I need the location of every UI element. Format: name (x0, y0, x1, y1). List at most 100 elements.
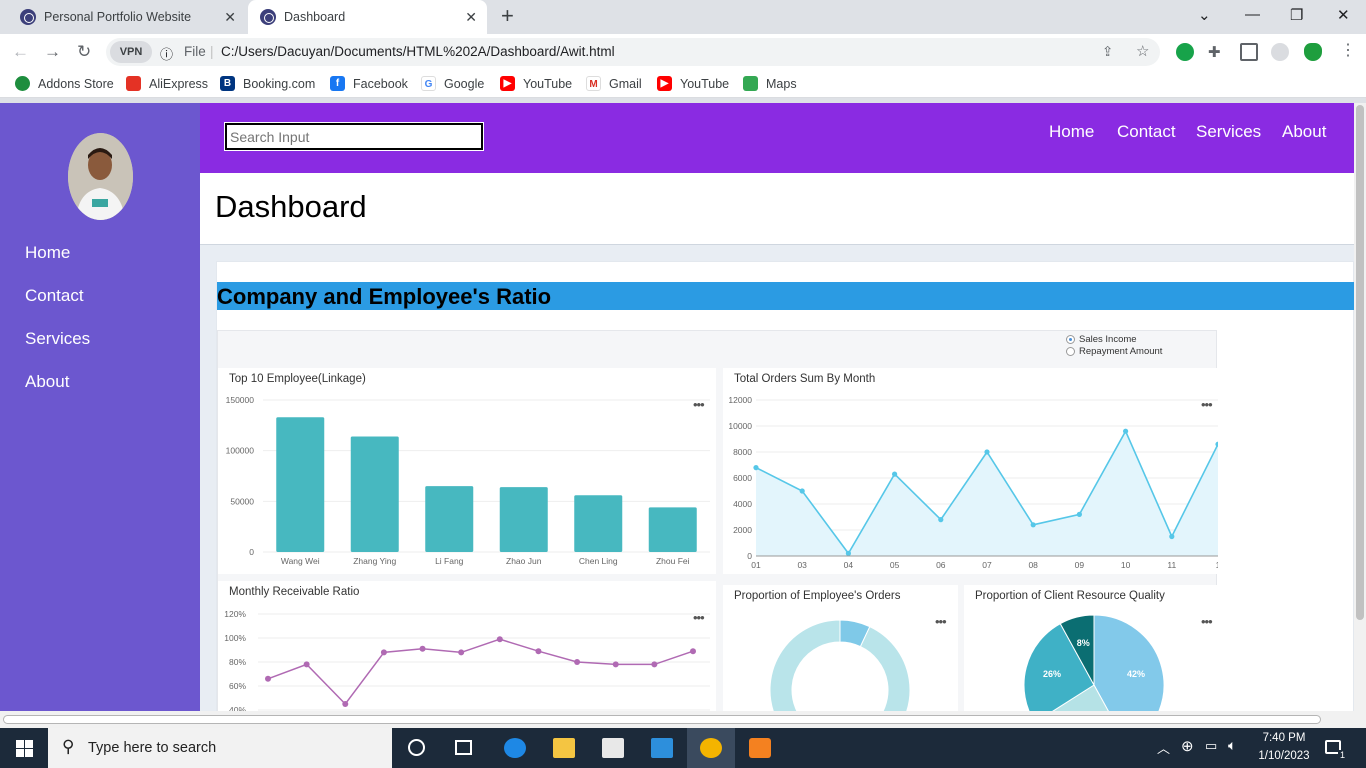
search-input[interactable] (224, 122, 484, 151)
data-point (380, 649, 387, 656)
data-point (938, 517, 944, 523)
aliexpress-icon (126, 76, 141, 91)
x-tick-label: 08 (1028, 560, 1038, 570)
bookmark-star-icon[interactable]: ☆ (1136, 42, 1149, 60)
shield-extension-icon[interactable] (1304, 43, 1322, 61)
bookmark-youtube[interactable]: ▶ YouTube (500, 76, 572, 91)
panel-receivable-ratio: Monthly Receivable Ratio ••• 120% 100% 80%… (218, 581, 716, 711)
x-tick-label: Chen Ling (579, 556, 618, 566)
bookmark-aliexpress[interactable]: AliExpress (126, 76, 208, 91)
share-icon[interactable]: ⇪ (1102, 44, 1113, 60)
clock-time[interactable]: 7:40 PM (1254, 732, 1314, 744)
data-point (496, 636, 503, 643)
nav-home[interactable]: Home (1049, 122, 1094, 142)
vpn-extension-icon[interactable] (1176, 43, 1194, 61)
taskbar: ⚲ Type here to search ︿ ⊕ ▭ 🔈︎ 7:40 PM 1… (0, 728, 1366, 768)
windows-start-icon[interactable] (16, 740, 33, 757)
cortana-icon[interactable] (408, 739, 425, 756)
edge-icon[interactable] (504, 738, 526, 758)
clock-date[interactable]: 1/10/2023 (1254, 750, 1314, 762)
sidebar-item-services[interactable]: Services (25, 329, 90, 349)
sidebar: Home Contact Services About (0, 103, 200, 711)
reload-icon[interactable]: ↻ (77, 42, 91, 62)
bar (350, 436, 399, 552)
x-tick-label: Zhang Ying (353, 556, 396, 566)
volume-icon[interactable]: 🔈︎ (1228, 737, 1236, 754)
profile-icon[interactable] (1271, 43, 1289, 61)
tab-personal-portfolio[interactable]: Personal Portfolio Website ✕ (0, 0, 246, 34)
panel-client-quality: Proportion of Client Resource Quality ••… (964, 585, 1218, 711)
slice-label: 42% (1127, 669, 1145, 679)
close-tab-icon[interactable]: ✕ (224, 9, 236, 26)
panel-top-employees: Top 10 Employee(Linkage) ••• 150000 10000… (218, 368, 716, 574)
chevron-up-icon[interactable]: ︿ (1157, 738, 1170, 757)
tab-search-chevron-icon[interactable]: ⌄ (1198, 6, 1211, 24)
bookmark-youtube-2[interactable]: ▶ YouTube (657, 76, 729, 91)
file-explorer-icon[interactable] (553, 738, 575, 758)
close-tab-icon[interactable]: ✕ (465, 9, 477, 26)
taskbar-search-box[interactable]: ⚲ Type here to search (48, 728, 392, 768)
nav-about[interactable]: About (1282, 122, 1326, 142)
store-icon[interactable] (602, 738, 624, 758)
y-tick-label: 60% (229, 681, 246, 691)
series-line (267, 638, 694, 706)
network-icon[interactable]: ▭ (1205, 738, 1217, 754)
data-point (342, 701, 349, 707)
horizontal-scroll-thumb[interactable] (3, 715, 1321, 724)
data-point (303, 661, 310, 668)
nav-contact[interactable]: Contact (1117, 122, 1176, 142)
url-text[interactable]: C:/Users/Dacuyan/Documents/HTML%202A/Das… (221, 44, 615, 59)
x-tick-label: 03 (797, 560, 807, 570)
bar (425, 486, 474, 552)
tab-title: Personal Portfolio Website (44, 10, 192, 24)
maps-icon (743, 76, 758, 91)
radio-unselected-icon (1066, 347, 1075, 356)
bookmark-maps[interactable]: Maps (743, 76, 797, 91)
forward-icon[interactable]: → (44, 42, 61, 62)
tab-dashboard[interactable]: Dashboard ✕ (248, 0, 487, 34)
sublime-text-icon[interactable] (749, 738, 771, 758)
page-title: Dashboard (215, 189, 367, 224)
vertical-scroll-thumb[interactable] (1356, 105, 1364, 620)
extensions-puzzle-icon[interactable]: ✚ (1208, 43, 1226, 61)
bar (574, 495, 623, 552)
vpn-badge[interactable]: VPN (110, 41, 152, 63)
bookmark-gmail[interactable]: M Gmail (586, 76, 642, 91)
info-icon[interactable]: ⓘ (160, 44, 173, 63)
nav-services[interactable]: Services (1196, 122, 1261, 142)
radio-sales-income[interactable]: Sales Income (1066, 334, 1137, 345)
horizontal-scrollbar[interactable] (0, 711, 1366, 728)
sidebar-item-contact[interactable]: Contact (25, 286, 84, 306)
window-close-icon[interactable]: ✕ (1337, 6, 1350, 24)
bookmark-google[interactable]: G Google (421, 76, 484, 91)
side-panel-icon[interactable] (1240, 43, 1258, 61)
y-tick-label: 100000 (226, 446, 255, 456)
y-tick-label: 120% (224, 609, 246, 619)
address-bar[interactable]: VPN ⓘ File | C:/Users/Dacuyan/Documents/… (106, 38, 1160, 66)
new-tab-button[interactable]: + (501, 3, 514, 29)
avatar-photo (68, 133, 133, 220)
menu-kebab-icon[interactable]: ⋮ (1340, 40, 1358, 59)
booking-icon: B (220, 76, 235, 91)
y-tick-label: 50000 (230, 496, 254, 506)
task-view-icon[interactable] (455, 740, 472, 755)
browser-app-icon[interactable] (700, 738, 722, 758)
bookmark-booking[interactable]: B Booking.com (220, 76, 315, 91)
pie-chart: 42% 26% 8% (1023, 614, 1165, 711)
sidebar-item-about[interactable]: About (25, 372, 69, 392)
back-icon[interactable]: ← (12, 42, 29, 62)
language-globe-icon[interactable]: ⊕ (1181, 737, 1194, 755)
section-title: Company and Employee's Ratio (217, 284, 552, 309)
data-point (574, 659, 581, 665)
bookmark-facebook[interactable]: f Facebook (330, 76, 408, 91)
panel-employee-orders: Proportion of Employee's Orders ••• (723, 585, 958, 711)
bookmark-addons-store[interactable]: Addons Store (15, 76, 114, 91)
radio-repayment-amount[interactable]: Repayment Amount (1066, 346, 1162, 357)
mail-icon[interactable] (651, 738, 673, 758)
y-tick-label: 80% (229, 657, 246, 667)
minimize-icon[interactable]: — (1245, 6, 1260, 23)
sidebar-item-home[interactable]: Home (25, 243, 70, 263)
radio-selected-icon (1066, 335, 1075, 344)
vertical-scrollbar[interactable] (1354, 103, 1366, 711)
restore-icon[interactable]: ❐ (1290, 6, 1303, 24)
